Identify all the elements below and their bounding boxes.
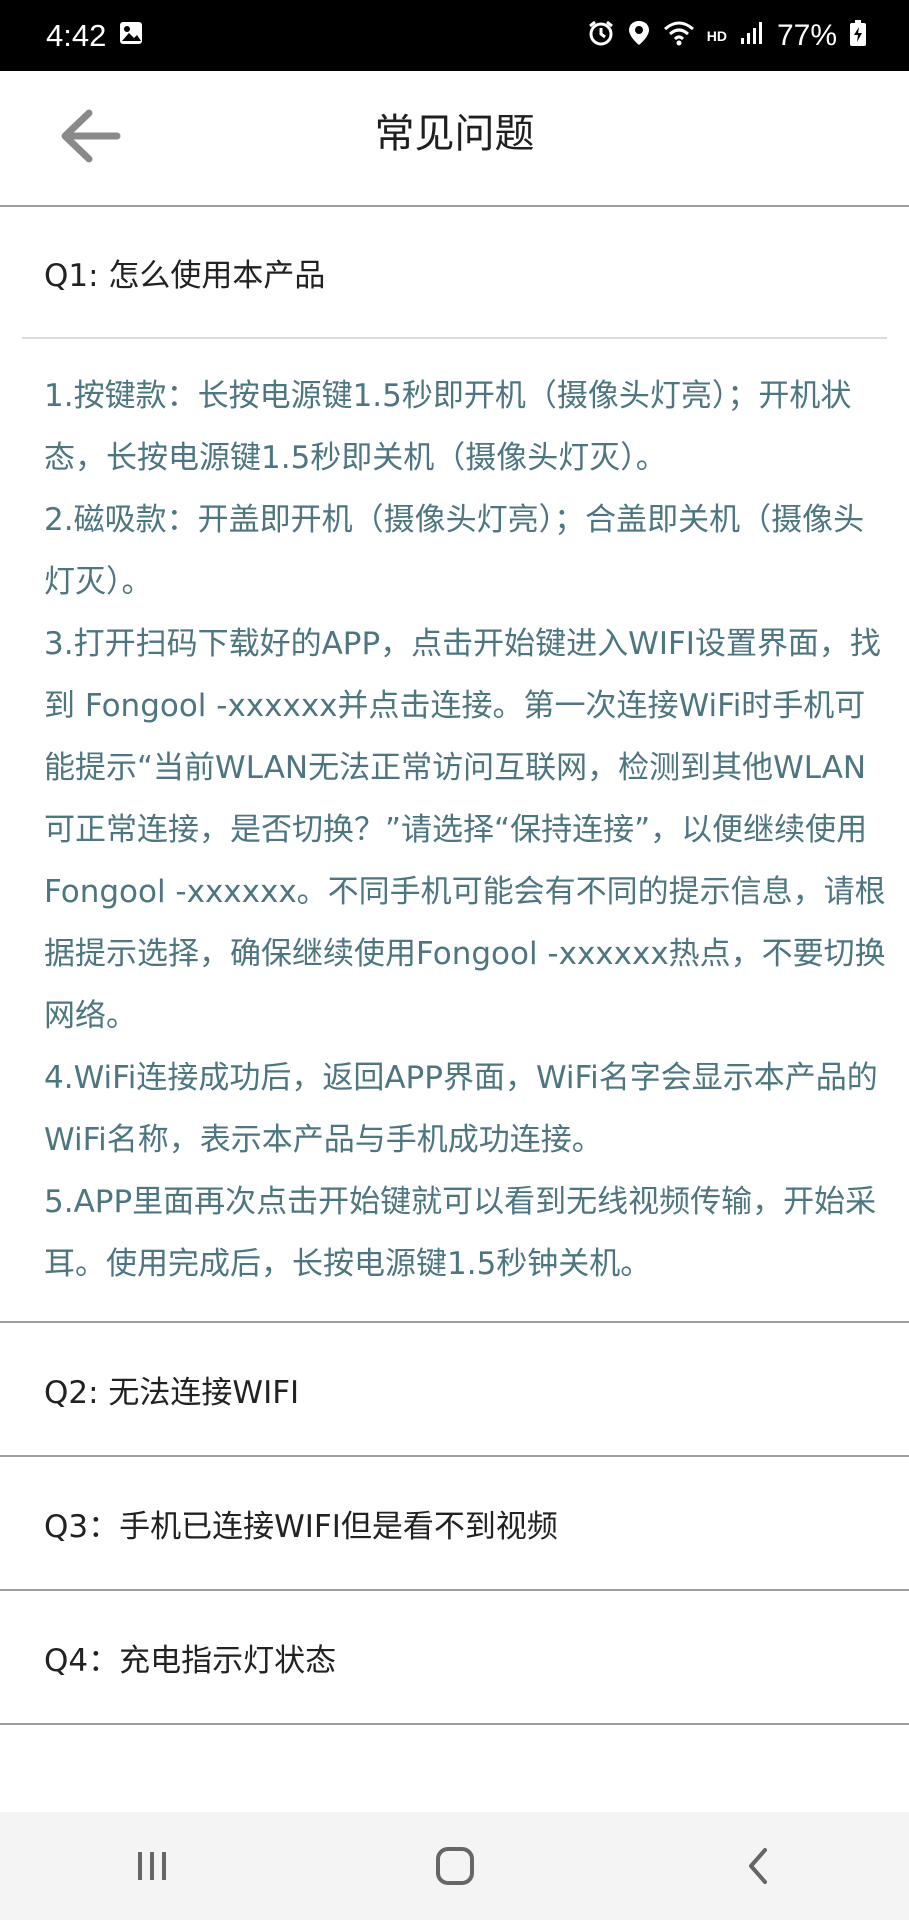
faq-q1[interactable]: Q1: 怎么使用本产品 xyxy=(0,207,909,337)
faq-list: Q1: 怎么使用本产品 1.按键款：长按电源键1.5秒即开机（摄像头灯亮）；开机… xyxy=(0,207,909,1725)
recent-apps-button[interactable] xyxy=(92,1826,212,1906)
app-bar: 常见问题 xyxy=(0,71,909,207)
status-time: 4:42 xyxy=(46,17,107,53)
home-icon xyxy=(435,1847,474,1885)
arrow-left-icon xyxy=(61,109,121,163)
back-button[interactable] xyxy=(50,101,130,171)
system-nav-bar xyxy=(0,1812,909,1920)
faq-q1-answer: 1.按键款：长按电源键1.5秒即开机（摄像头灯亮）；开机状态，长按电源键1.5秒… xyxy=(0,339,909,1321)
answer-step-2: 2.磁吸款：开盖即开机（摄像头灯亮）；合盖即关机（摄像头灯灭）。 xyxy=(44,502,865,600)
answer-step-1: 1.按键款：长按电源键1.5秒即开机（摄像头灯亮）；开机状态，长按电源键1.5秒… xyxy=(44,378,852,476)
alarm-icon xyxy=(587,19,615,52)
location-icon xyxy=(627,19,651,52)
hd-badge: HD xyxy=(706,27,727,44)
image-icon xyxy=(118,20,144,51)
signal-icon xyxy=(739,20,765,51)
answer-step-3: 3.打开扫码下载好的APP，点击开始键进入WIFI设置界面，找到 Fongool… xyxy=(44,626,886,1034)
answer-step-4: 4.WiFi连接成功后，返回APP界面，WiFi名字会显示本产品的WiFi名称，… xyxy=(44,1060,878,1158)
nav-back-button[interactable] xyxy=(698,1826,818,1906)
answer-step-5: 5.APP里面再次点击开始键就可以看到无线视频传输，开始采耳。使用完成后，长按电… xyxy=(44,1184,877,1282)
battery-percent: 77% xyxy=(776,18,837,52)
recent-apps-icon xyxy=(137,1852,166,1880)
faq-q2[interactable]: Q2: 无法连接WIFI xyxy=(0,1323,909,1457)
battery-icon xyxy=(849,19,867,52)
wifi-icon xyxy=(663,20,695,51)
status-bar: 4:42 HD 77% xyxy=(0,0,909,71)
faq-q3[interactable]: Q3：手机已连接WIFI但是看不到视频 xyxy=(0,1457,909,1591)
faq-q4[interactable]: Q4：充电指示灯状态 xyxy=(0,1591,909,1725)
page-title: 常见问题 xyxy=(374,111,535,157)
back-icon xyxy=(748,1848,767,1884)
home-button[interactable] xyxy=(395,1826,515,1906)
